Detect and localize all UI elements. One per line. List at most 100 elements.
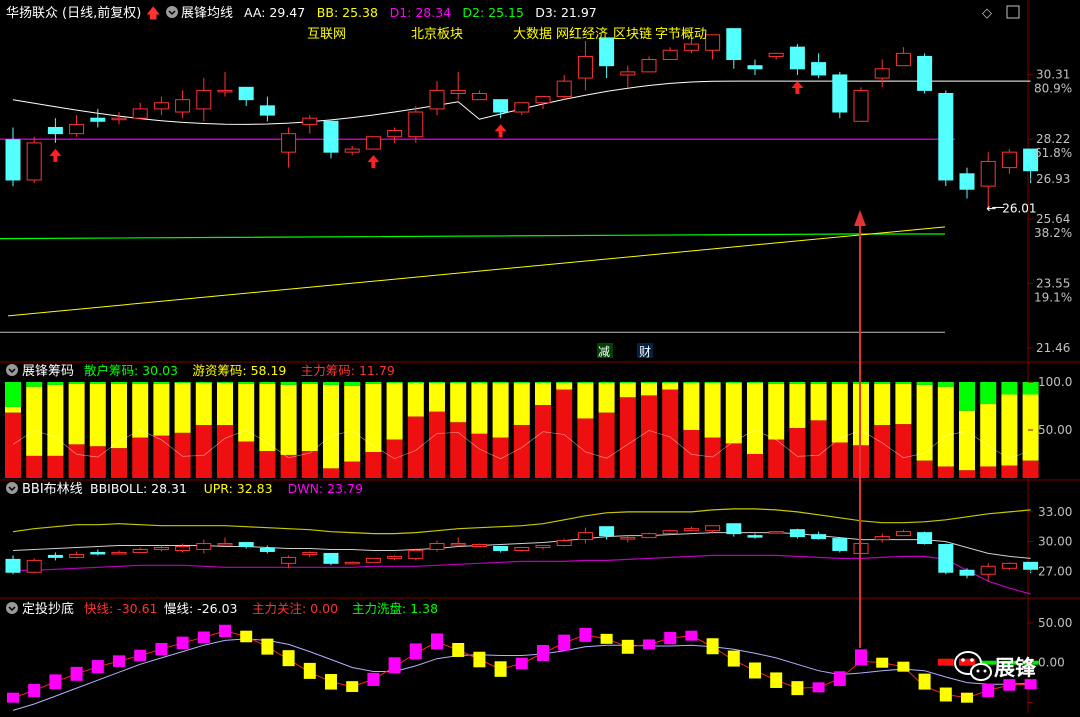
chip-retail-bar	[153, 382, 170, 384]
boll-candle-body	[69, 553, 85, 558]
focus-marker	[937, 658, 954, 666]
chip-main-bar	[959, 470, 975, 478]
candle-body	[69, 123, 85, 135]
chip-main-bar	[174, 432, 191, 478]
dca-block	[261, 638, 274, 655]
candle-body	[874, 68, 890, 79]
chip-retail-bar	[259, 382, 276, 384]
collapse-chevron-icon[interactable]	[6, 482, 18, 494]
boll-candle-body	[980, 565, 996, 575]
boll-candle-body	[132, 548, 148, 553]
candle-body	[768, 52, 784, 57]
chip-panel	[5, 382, 1039, 478]
dca-block	[91, 660, 104, 674]
collapse-chevron-icon[interactable]	[6, 602, 18, 614]
chip-hotmoney-bar	[68, 383, 85, 445]
collapse-chevron-icon[interactable]	[166, 6, 178, 18]
candle-body	[959, 173, 975, 190]
panel4-title: 定投抄底	[22, 601, 74, 617]
candle-body	[556, 80, 572, 98]
dca-block	[388, 657, 401, 674]
dca-block	[600, 633, 613, 644]
dca-block	[621, 639, 634, 654]
chip-hotmoney-bar	[768, 383, 785, 440]
chip-main-bar	[895, 424, 912, 478]
chip-hotmoney-bar	[47, 384, 64, 456]
chip-main-bar	[1001, 465, 1018, 478]
boll-candle-body	[620, 537, 636, 540]
candle-body	[259, 105, 275, 116]
legend-item: 慢线: -26.03	[164, 601, 237, 616]
chip-main-bar	[429, 411, 445, 478]
chip-main-bar	[492, 437, 509, 478]
chip-retail-bar	[301, 382, 318, 384]
dca-block	[325, 674, 337, 690]
dca-block	[579, 627, 592, 642]
chip-hotmoney-bar	[238, 383, 255, 442]
dca-block	[282, 650, 295, 667]
chip-main-bar	[513, 425, 530, 478]
axis-value: 25.64	[1036, 212, 1070, 226]
boll-candle-body	[471, 544, 487, 548]
chip-retail-bar	[429, 382, 445, 383]
boll-candle-body	[238, 542, 254, 548]
boll-candle-body	[196, 543, 212, 550]
candle-body	[196, 89, 212, 110]
dca-block	[918, 673, 931, 690]
chip-retail-bar	[535, 382, 551, 383]
chip-hotmoney-bar	[471, 382, 488, 434]
panel2-legend: 散户筹码: 30.03 游资筹码: 58.19 主力筹码: 11.79	[84, 363, 395, 378]
chip-main-bar	[789, 428, 806, 478]
chip-hotmoney-bar	[980, 404, 997, 467]
chip-retail-bar	[5, 382, 21, 407]
dca-block	[473, 651, 486, 668]
chip-hotmoney-bar	[195, 382, 212, 426]
dca-block	[812, 682, 825, 693]
chip-hotmoney-bar	[810, 383, 827, 421]
diamond-icon[interactable]: ◇	[982, 6, 992, 21]
chip-retail-bar	[683, 382, 700, 383]
chip-retail-bar	[768, 382, 785, 384]
candle-body	[832, 74, 848, 113]
buy-arrow-icon	[791, 80, 804, 94]
chip-retail-bar	[174, 382, 191, 383]
collapse-chevron-icon[interactable]	[6, 364, 18, 376]
chip-main-bar	[704, 437, 721, 478]
chip-main-bar	[662, 389, 679, 478]
chip-hotmoney-bar	[301, 383, 318, 452]
candle-body	[47, 126, 63, 135]
legend-item: DWN: 23.79	[288, 481, 363, 496]
dca-block	[961, 692, 973, 703]
maximize-icon[interactable]	[1006, 5, 1020, 19]
candle-body	[1001, 151, 1017, 169]
candle-body	[980, 160, 996, 187]
axis-percent: 19.1%	[1034, 290, 1072, 304]
chip-hotmoney-bar	[26, 386, 43, 456]
chip-retail-bar	[323, 382, 339, 385]
chip-hotmoney-bar	[641, 382, 657, 396]
stock-name: 华扬联众	[6, 6, 58, 21]
chip-retail-bar	[662, 382, 679, 383]
legend-item: 主力筹码: 11.79	[301, 363, 395, 378]
boll-candle-body	[387, 555, 403, 559]
chip-retail-bar	[725, 382, 742, 383]
candle-body	[917, 55, 933, 91]
sector-tag: 区块链	[613, 27, 652, 42]
chip-main-bar	[153, 435, 170, 478]
candle-body	[535, 96, 551, 104]
boll-candle-body	[641, 533, 657, 539]
chip-hotmoney-bar	[831, 383, 848, 443]
candle-body	[577, 55, 593, 79]
chip-hotmoney-bar	[556, 382, 573, 390]
bb-line	[7, 226, 946, 317]
dca-block	[706, 638, 719, 655]
boll-candle-body	[789, 529, 805, 538]
chart-canvas[interactable]: 华扬联众 (日线,前复权) 🡅 展锋均线 AA: 29.47 BB: 25.38 D…	[0, 0, 1080, 713]
legend-item: 游资筹码: 58.19	[192, 363, 286, 378]
panel4-header: 定投抄底 快线: -30.61 慢线: -26.03 主力关注: 0.00 主力洗盘:…	[6, 601, 438, 617]
chip-main-bar	[280, 454, 297, 478]
chip-main-bar	[195, 425, 212, 478]
chip-hotmoney-bar	[492, 382, 509, 438]
chip-retail-bar	[874, 382, 891, 384]
candle-body	[302, 117, 318, 125]
